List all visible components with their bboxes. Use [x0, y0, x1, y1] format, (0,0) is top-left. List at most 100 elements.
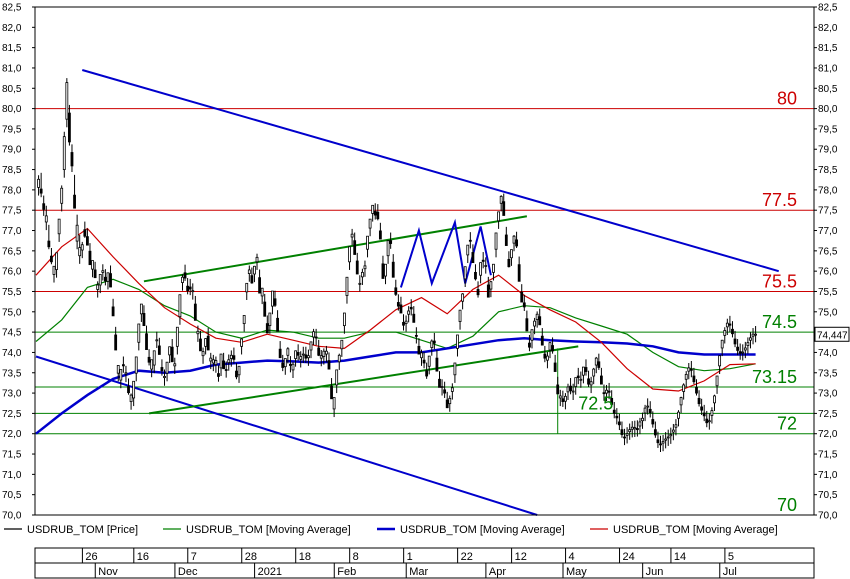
level-label-77.5: 77.5 — [762, 190, 797, 210]
level-label-72.5: 72.5 — [578, 393, 613, 413]
left-tick-label: 77,5 — [2, 206, 22, 217]
candle-body — [278, 348, 282, 359]
candle-body — [263, 301, 267, 317]
month-label: Jul — [723, 566, 737, 578]
right-tick-label: 70,5 — [818, 490, 838, 501]
left-tick-label: 82,5 — [2, 3, 22, 14]
candle-body — [389, 240, 393, 244]
left-tick-label: 74,0 — [2, 348, 22, 359]
candle-body — [561, 398, 565, 403]
legend-label-2: USDRUB_TOM [Moving Average] — [186, 524, 351, 536]
candle-body — [350, 233, 354, 238]
left-tick-label: 71,0 — [2, 470, 22, 481]
candle-body — [368, 218, 372, 229]
candle-body — [358, 282, 362, 285]
candle-body — [314, 336, 318, 339]
candle-body — [73, 194, 76, 209]
candle-body — [461, 293, 465, 302]
candle-body — [337, 354, 341, 363]
candle-body — [720, 339, 724, 349]
left-tick-label: 72,5 — [2, 409, 22, 420]
candle-body — [582, 366, 585, 376]
candle-body — [438, 378, 441, 388]
candle-body — [648, 408, 652, 413]
candle-body — [129, 394, 133, 403]
candle-body — [502, 201, 506, 216]
candle-body — [317, 347, 321, 356]
month-label: Dec — [178, 566, 198, 578]
candle-body — [196, 330, 200, 335]
candle-body — [62, 136, 66, 170]
level-label-73.15: 73.15 — [752, 367, 797, 387]
candle-body — [499, 195, 503, 204]
right-tick-label: 70,0 — [818, 511, 838, 522]
candle-body — [677, 411, 680, 419]
candle-body — [75, 224, 79, 242]
candle-body — [723, 330, 727, 336]
candle-body — [520, 291, 524, 303]
day-label: 16 — [137, 551, 149, 563]
candle-body — [330, 385, 333, 400]
candle-body — [564, 395, 567, 402]
candle-body — [540, 335, 544, 346]
candle-body — [139, 303, 143, 315]
candle-body — [702, 412, 706, 417]
left-tick-label: 78,0 — [2, 185, 22, 196]
left-tick-label: 73,5 — [2, 368, 22, 379]
candle-body — [515, 239, 518, 247]
candle-body — [584, 367, 588, 372]
level-label-70: 70 — [777, 495, 797, 515]
candle-body — [366, 235, 369, 250]
day-label: 4 — [569, 551, 575, 563]
candle-body — [571, 390, 575, 393]
candle-body — [260, 287, 264, 297]
candle-body — [237, 365, 241, 376]
candle-body — [659, 443, 662, 446]
left-tick-label: 74,5 — [2, 328, 22, 339]
right-tick-label: 80,5 — [818, 84, 838, 95]
candle-body — [39, 188, 43, 194]
candle-body — [746, 342, 750, 346]
candle-body — [718, 355, 722, 367]
candle-body — [271, 290, 274, 307]
candle-body — [641, 417, 644, 422]
candle-body — [443, 389, 447, 394]
candle-body — [399, 304, 403, 314]
candle-body — [435, 357, 439, 372]
left-tick-label: 81,5 — [2, 43, 22, 54]
candle-body — [463, 266, 467, 280]
candle-body — [373, 211, 377, 216]
candle-body — [250, 275, 254, 284]
candle-body — [630, 426, 634, 430]
candle-body — [458, 309, 462, 322]
candle-body — [427, 355, 431, 367]
candle-body — [299, 356, 303, 360]
day-label: 22 — [461, 551, 473, 563]
candle-body — [376, 211, 380, 220]
candle-body — [325, 350, 328, 355]
candle-body — [168, 346, 172, 356]
candle-body — [754, 333, 757, 336]
candle-body — [576, 375, 580, 379]
right-tick-label: 76,0 — [818, 267, 838, 278]
left-tick-label: 76,0 — [2, 267, 22, 278]
month-label: Apr — [489, 566, 506, 578]
candle-body — [736, 346, 740, 351]
candle-body — [432, 340, 436, 344]
right-tick-label: 75,5 — [818, 287, 838, 298]
day-label: 5 — [728, 551, 734, 563]
candle-body — [671, 429, 675, 433]
right-tick-label: 73,5 — [818, 368, 838, 379]
candle-body — [186, 285, 190, 292]
candle-body — [546, 355, 549, 361]
right-tick-label: 71,0 — [818, 470, 838, 481]
left-tick-label: 75,0 — [2, 307, 22, 318]
candle-body — [181, 276, 184, 283]
candle-body — [635, 428, 639, 431]
left-tick-label: 79,0 — [2, 145, 22, 156]
candle-body — [741, 351, 745, 354]
candle-body — [587, 378, 590, 385]
day-label: 28 — [245, 551, 257, 563]
candle-body — [643, 407, 647, 414]
candle-body — [530, 329, 534, 341]
